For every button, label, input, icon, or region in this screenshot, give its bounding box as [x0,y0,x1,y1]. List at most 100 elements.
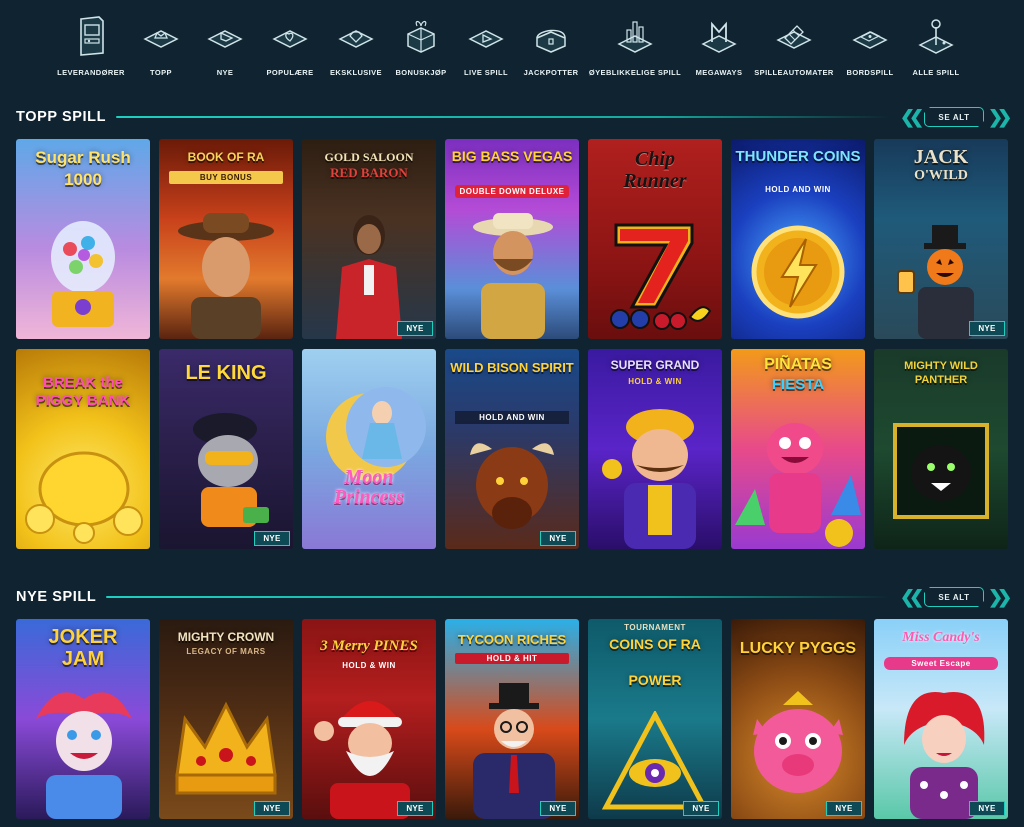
chevron-left-icon: ❮❮ [900,586,924,607]
slot-reels-icon [774,14,814,58]
new-tag-icon [205,14,245,58]
game-tile-coins-of-ra-power[interactable]: TOURNAMENT COINS OF RA POWER NYE [588,619,722,819]
see-all-button[interactable]: SE ALT [924,587,984,607]
game-title: BREAK the [42,374,123,391]
fisherman-art [473,213,553,339]
new-badge: NYE [683,801,719,816]
game-title: TYCOON RICHES [457,632,567,647]
explorer-art [178,213,274,339]
game-subtitle: POWER [628,672,682,688]
eye-pyramid-art [602,711,708,810]
category-topp[interactable]: TOPP [138,14,184,86]
game-subtitle: BUY BONUS [169,171,283,184]
seven-cherry-art [610,223,712,330]
game-tile-miss-candys-sweet-escape[interactable]: Miss Candy's Sweet Escape NYE [874,619,1008,819]
game-title: SUPER GRAND [610,358,700,372]
game-tile-super-grand[interactable]: SUPER GRAND HOLD & WIN [588,349,722,549]
game-tile-big-bass-vegas[interactable]: BIG BASS VEGAS DOUBLE DOWN DELUXE [445,139,579,339]
chevron-right-icon: ❯❯ [988,106,1012,127]
game-title: BOOK OF RA [187,150,265,164]
new-badge: NYE [969,321,1005,336]
game-tile-lucky-pyggs[interactable]: LUCKY PYGGS NYE [731,619,865,819]
category-leverandorer[interactable]: LEVERANDØRER [57,14,124,86]
game-title: MIGHTY WILD [904,360,978,372]
section-divider [106,596,890,598]
game-tile-joker-jam[interactable]: JOKER JAM [16,619,150,819]
game-tile-break-the-piggy-bank[interactable]: BREAK the PIGGY BANK [16,349,150,549]
category-jackpotter[interactable]: JACKPOTTER [524,14,578,86]
game-tile-thunder-coins[interactable]: THUNDER COINS HOLD AND WIN [731,139,865,339]
instant-bars-icon [615,14,655,58]
category-bordspill[interactable]: BORDSPILL [846,14,894,86]
gift-icon [401,14,441,58]
game-title: Sugar Rush [35,148,131,167]
game-subtitle: LEGACY OF MARS [186,647,266,656]
game-title: THUNDER COINS [735,148,861,165]
category-populaere[interactable]: POPULÆRE [264,14,316,86]
game-subtitle: JAM [61,648,105,670]
section-header-top-games: TOPP SPILL ❮❮ SE ALT ❯❯ [16,106,1012,128]
category-megaways[interactable]: MEGAWAYS [694,14,744,86]
golden-piggy-art [25,451,143,544]
arcade-cabinet-icon [71,14,111,58]
game-tile-tycoon-riches[interactable]: TYCOON RICHES HOLD & HIT NYE [445,619,579,819]
game-title: LUCKY PYGGS [739,640,857,657]
heart-icon [270,14,310,58]
game-tile-3-merry-pines[interactable]: 3 Merry PINES HOLD & WIN NYE [302,619,436,819]
category-live-spill[interactable]: LIVE SPILL [460,14,512,86]
category-alle-spill[interactable]: ALLE SPILL [910,14,962,86]
game-title: MIGHTY CROWN [177,630,275,644]
category-eksklusive[interactable]: EKSKLUSIVE [328,14,384,86]
game-tile-sugar-rush-1000[interactable]: Sugar Rush 1000 [16,139,150,339]
game-tile-mighty-crown[interactable]: MIGHTY CROWN LEGACY OF MARS NYE [159,619,293,819]
pinata-art [735,423,861,547]
game-subtitle: HOLD & WIN [628,377,682,386]
game-title: BIG BASS VEGAS [451,148,573,164]
see-all-button[interactable]: SE ALT [924,107,984,127]
game-title: PIÑATAS [764,356,832,373]
game-title: JACK [913,146,969,168]
mustache-man-art [602,409,696,549]
category-spilleautomater[interactable]: SPILLEAUTOMATER [754,14,833,86]
game-tile-gold-saloon-red-baron[interactable]: GOLD SALOON RED BARON NYE [302,139,436,339]
category-nye[interactable]: NYE [203,14,247,86]
new-badge: NYE [969,801,1005,816]
play-icon [466,14,506,58]
joystick-icon [916,14,956,58]
chevron-right-icon: ❯❯ [988,586,1012,607]
game-tile-moon-princess[interactable]: Moon Princess [302,349,436,549]
game-tile-book-of-ra-buy-bonus[interactable]: BOOK OF RA BUY BONUS [159,139,293,339]
cards-icon [850,14,890,58]
raccoon-art [193,413,269,527]
treasure-chest-icon [531,14,571,58]
chevron-left-icon: ❮❮ [900,106,924,127]
game-subtitle: HOLD AND WIN [455,411,569,424]
category-label: ALLE SPILL [912,68,960,77]
game-subtitle: RED BARON [330,165,408,180]
game-tile-wild-bison-spirit[interactable]: WILD BISON SPIRIT HOLD AND WIN NYE [445,349,579,549]
category-label: BONUSKJØP [395,68,447,77]
game-tile-pinatas-fiesta[interactable]: PIÑATAS FIESTA [731,349,865,549]
category-label: ØYEBLIKKELIGE SPILL [588,68,682,77]
game-tile-chip-runner[interactable]: Chip Runner [588,139,722,339]
game-subtitle: PANTHER [914,374,968,386]
category-label: POPULÆRE [266,68,314,77]
game-subtitle: Princess [334,486,404,508]
category-bonuskjop[interactable]: BONUSKJØP [395,14,447,86]
new-badge: NYE [254,801,290,816]
game-title: Miss Candy's [902,630,980,645]
game-tile-jack-o-wild[interactable]: JACK O'WILD NYE [874,139,1008,339]
game-title: Chip [634,148,676,170]
game-subtitle: HOLD AND WIN [765,185,831,194]
game-tile-le-king[interactable]: LE KING NYE [159,349,293,549]
game-subtitle: HOLD & HIT [455,653,569,664]
game-title: 3 Merry PINES [320,638,418,654]
section-title: NYE SPILL [16,589,97,605]
see-all-control: ❮❮ SE ALT ❯❯ [900,106,1012,128]
megaways-m-icon [699,14,739,58]
section-title: TOPP SPILL [16,109,107,125]
category-label: EKSKLUSIVE [330,68,382,77]
game-subtitle: PIGGY BANK [35,392,131,409]
game-tile-mighty-wild-panther[interactable]: MIGHTY WILD PANTHER [874,349,1008,549]
category-oyeblikkelige-spill[interactable]: ØYEBLIKKELIGE SPILL [588,14,682,86]
